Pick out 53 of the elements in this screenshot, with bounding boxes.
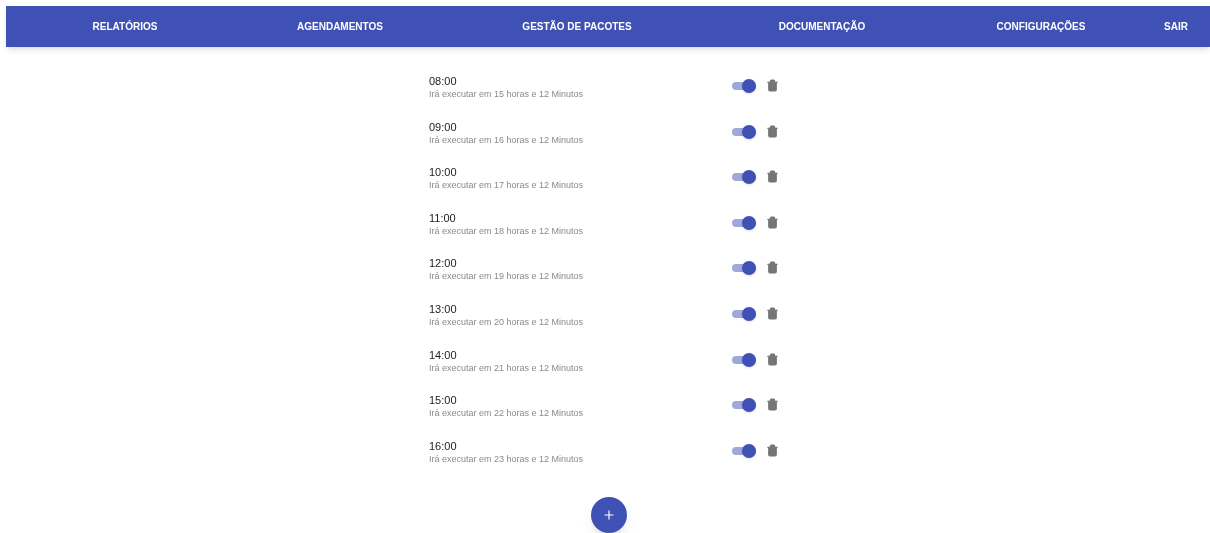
trash-icon — [766, 124, 779, 138]
toggle-switch[interactable] — [732, 215, 756, 230]
nav-link[interactable]: DOCUMENTAÇÃO — [718, 19, 926, 34]
delete-button[interactable] — [766, 124, 779, 138]
trash-icon — [766, 170, 779, 184]
schedule-countdown: Irá executar em 15 horas e 12 Minutos — [429, 88, 585, 100]
schedule-countdown: Irá executar em 20 horas e 12 Minutos — [429, 315, 585, 328]
schedule-countdown: Irá executar em 18 horas e 12 Minutos — [429, 224, 585, 237]
schedule-time: 16:00 — [429, 438, 458, 453]
delete-button[interactable] — [766, 215, 779, 229]
trash-icon — [766, 352, 779, 366]
schedule-time: 10:00 — [429, 165, 458, 180]
add-button[interactable] — [591, 497, 627, 533]
toggle-switch[interactable] — [732, 398, 756, 413]
delete-button[interactable] — [766, 170, 779, 184]
toggle-switch[interactable] — [732, 79, 756, 93]
plus-icon — [602, 508, 616, 522]
schedule-countdown: Irá executar em 21 horas e 12 Minutos — [429, 361, 585, 374]
schedule-time: 09:00 — [429, 119, 458, 134]
schedule-countdown: Irá executar em 23 horas e 12 Minutos — [429, 452, 585, 465]
delete-button[interactable] — [766, 398, 779, 412]
nav-link[interactable]: SAIR — [1156, 19, 1196, 34]
schedule-countdown: Irá executar em 22 horas e 12 Minutos — [429, 407, 585, 420]
trash-icon — [766, 306, 779, 320]
trash-icon — [766, 398, 779, 412]
delete-button[interactable] — [766, 79, 779, 92]
schedule-time: 15:00 — [429, 393, 458, 408]
toggle-switch[interactable] — [732, 170, 756, 185]
delete-button[interactable] — [766, 443, 779, 457]
delete-button[interactable] — [766, 306, 779, 320]
schedule-countdown: Irá executar em 19 horas e 12 Minutos — [429, 270, 585, 283]
delete-button[interactable] — [766, 352, 779, 366]
nav-link[interactable]: AGENDAMENTOS — [244, 19, 436, 34]
toggle-switch[interactable] — [732, 352, 756, 367]
schedule-time: 14:00 — [429, 347, 458, 362]
nav-link[interactable]: CONFIGURAÇÕES — [926, 19, 1156, 34]
trash-icon — [766, 443, 779, 457]
toggle-switch[interactable] — [732, 124, 756, 139]
schedule-countdown: Irá executar em 16 horas e 12 Minutos — [429, 133, 585, 146]
schedule-time: 12:00 — [429, 256, 458, 271]
schedule-time: 11:00 — [429, 210, 457, 225]
toggle-switch[interactable] — [732, 261, 756, 276]
nav-link[interactable]: RELATÓRIOS — [6, 19, 244, 34]
trash-icon — [766, 261, 779, 275]
toggle-switch[interactable] — [732, 306, 756, 321]
delete-button[interactable] — [766, 261, 779, 275]
schedule-countdown: Irá executar em 17 horas e 12 Minutos — [429, 179, 585, 192]
schedule-time: 08:00 — [429, 74, 458, 88]
nav-link[interactable]: GESTÃO DE PACOTES — [436, 19, 718, 34]
trash-icon — [766, 215, 779, 229]
trash-icon — [766, 79, 779, 92]
schedule-time: 13:00 — [429, 301, 458, 316]
toggle-switch[interactable] — [732, 443, 756, 458]
